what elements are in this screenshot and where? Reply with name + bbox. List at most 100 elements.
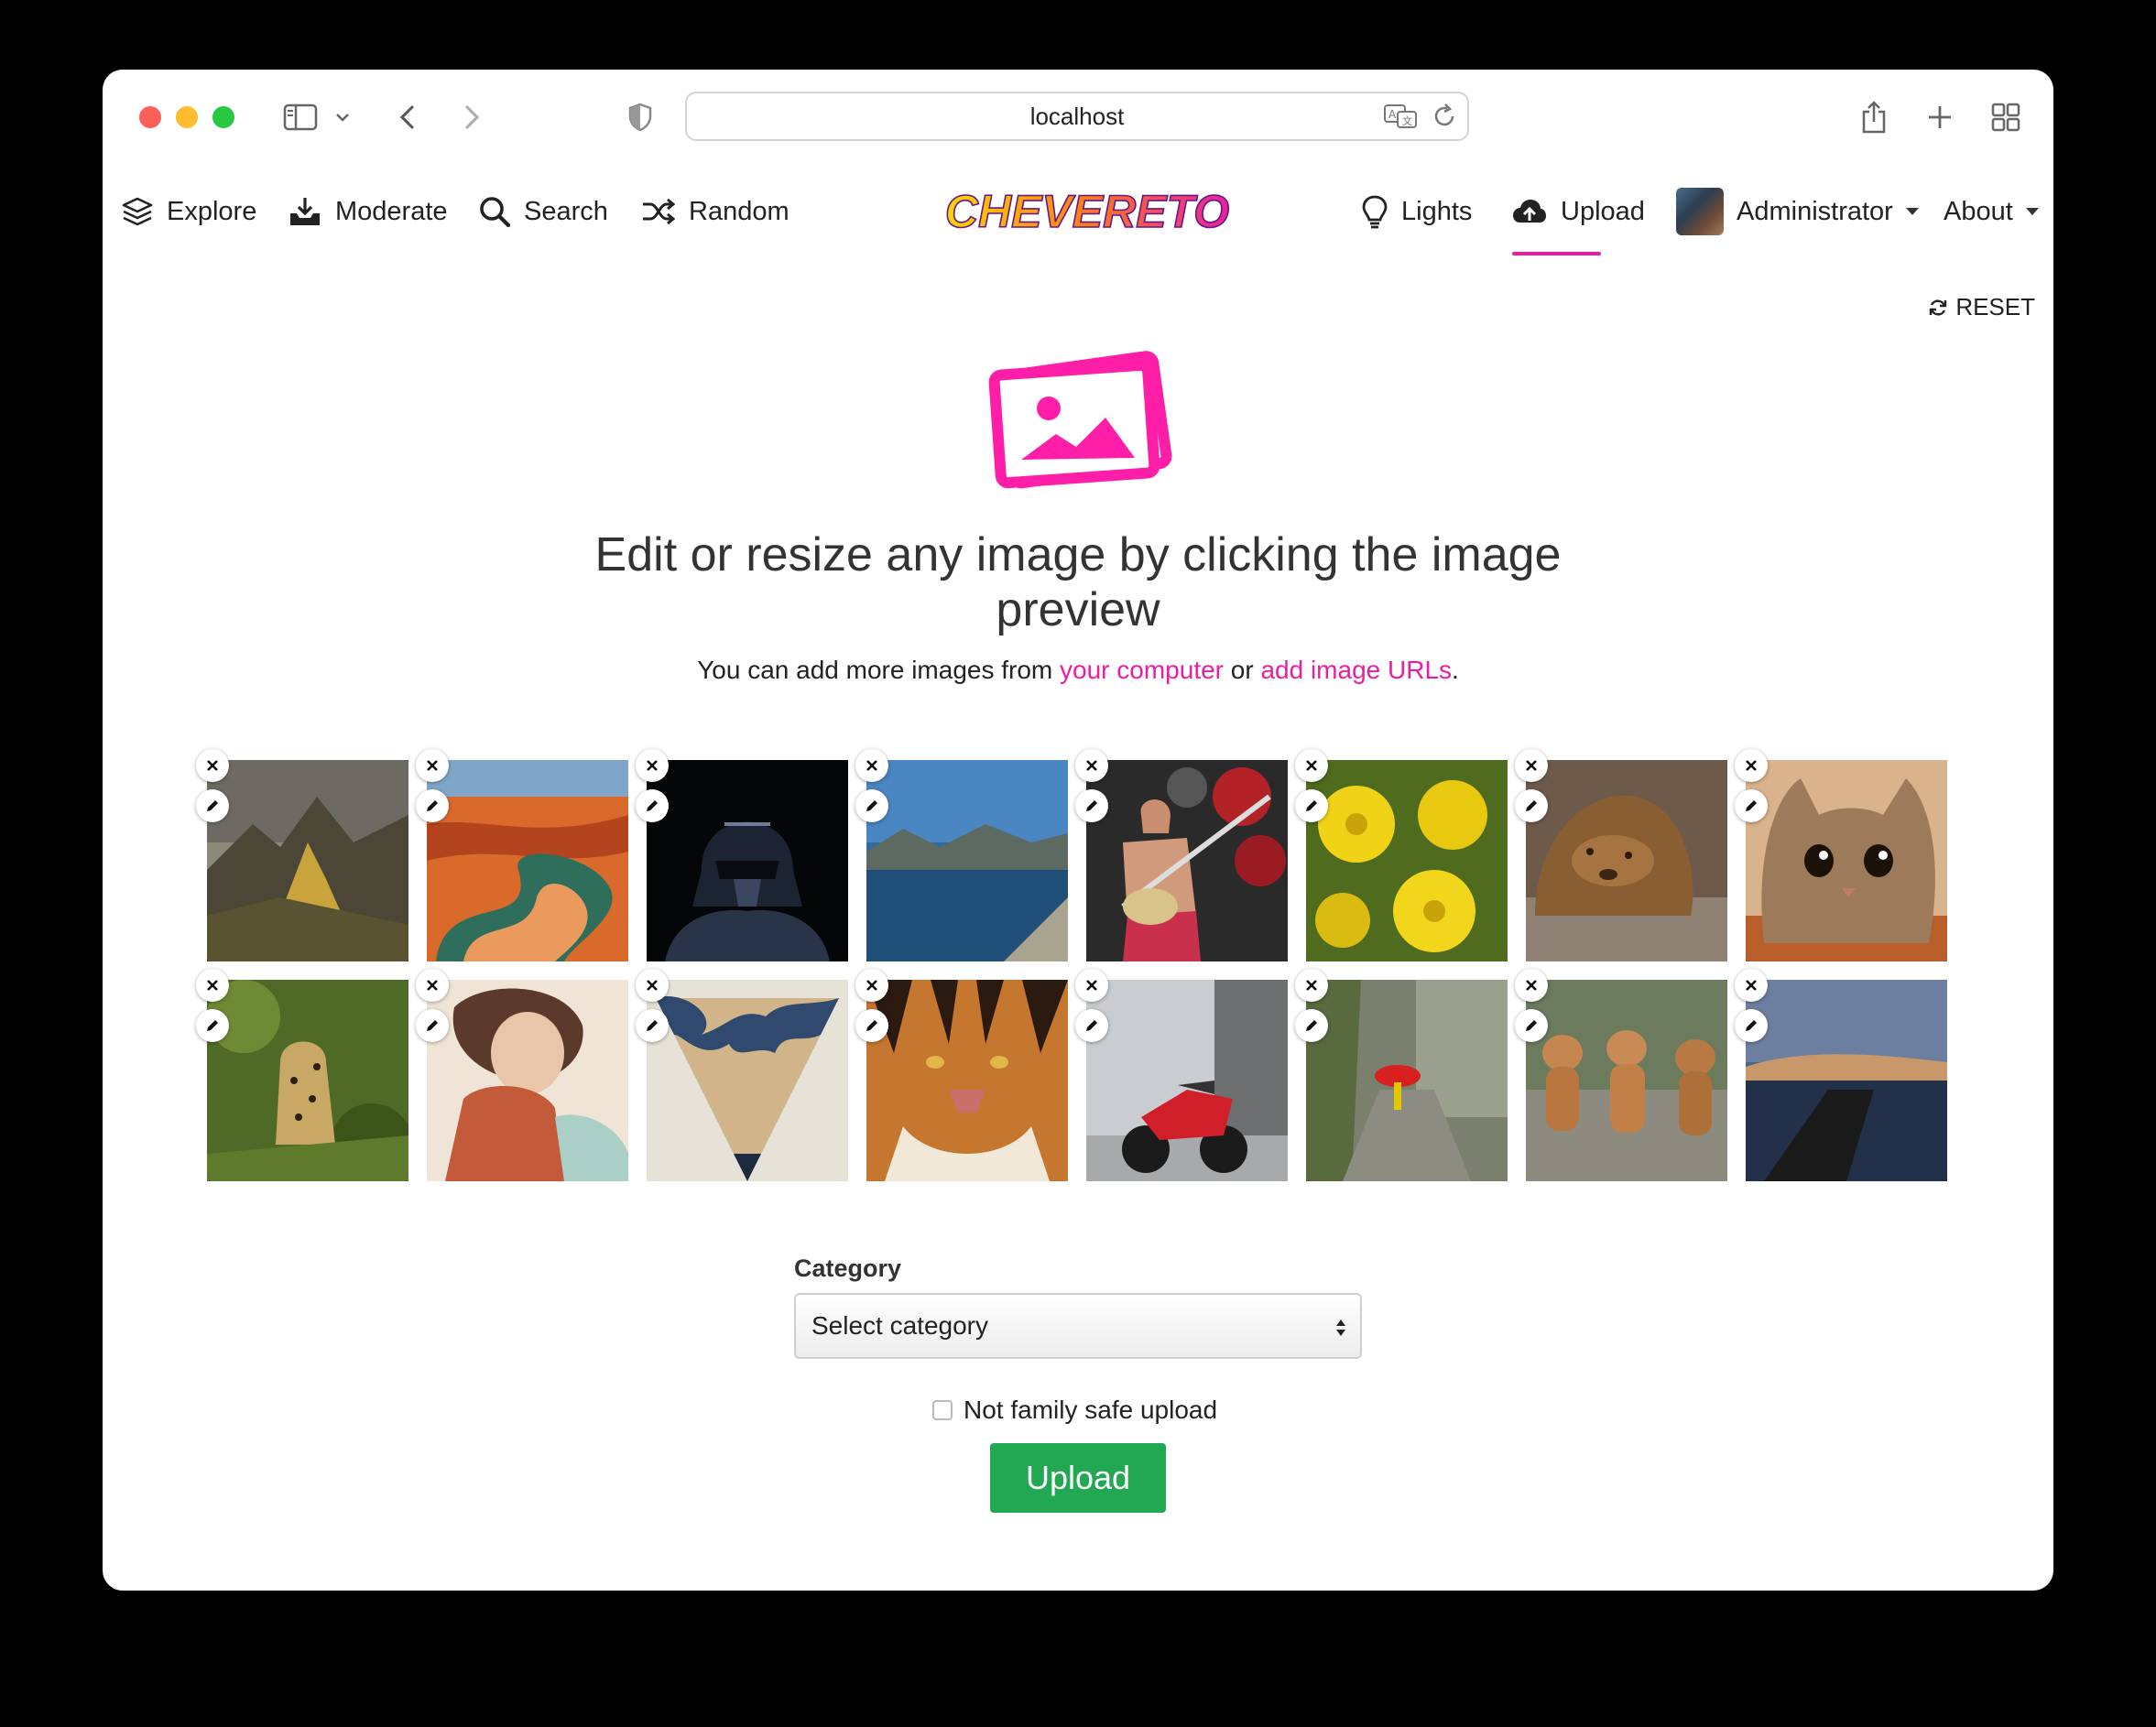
edit-image-button[interactable] <box>1295 789 1328 822</box>
edit-image-button[interactable] <box>1075 789 1108 822</box>
remove-image-button[interactable] <box>636 749 669 782</box>
remove-image-button[interactable] <box>196 749 229 782</box>
pencil-icon <box>1746 800 1757 811</box>
reload-icon[interactable] <box>1431 103 1458 135</box>
nav-random[interactable]: Random <box>641 175 789 248</box>
upload-submit-button[interactable]: Upload <box>990 1443 1166 1513</box>
remove-image-button[interactable] <box>196 969 229 1002</box>
remove-image-button[interactable] <box>1075 749 1108 782</box>
refresh-icon <box>1930 299 1947 316</box>
nav-upload[interactable]: Upload <box>1511 175 1645 248</box>
zoom-window-button[interactable] <box>212 106 234 128</box>
thumbnail[interactable] <box>1526 760 1727 961</box>
chevereto-logo[interactable]: CHEVERETO <box>936 175 1238 248</box>
remove-image-button[interactable] <box>1075 969 1108 1002</box>
pencil-icon <box>1526 1020 1537 1031</box>
tab-overview-icon[interactable] <box>1987 97 2024 137</box>
nav-user-label: Administrator <box>1737 196 1893 226</box>
nav-search[interactable]: Search <box>478 175 608 248</box>
new-tab-icon[interactable] <box>1922 97 1958 137</box>
thumbnail[interactable] <box>207 760 408 961</box>
edit-image-button[interactable] <box>855 789 888 822</box>
nav-user-menu[interactable]: Administrator <box>1676 175 1919 248</box>
forward-icon[interactable] <box>458 97 485 137</box>
nav-about[interactable]: About <box>1944 175 2039 248</box>
thumbnail[interactable] <box>1746 760 1947 961</box>
remove-image-button[interactable] <box>1515 749 1548 782</box>
edit-image-button[interactable] <box>855 1009 888 1042</box>
thumbnail[interactable] <box>1526 980 1727 1181</box>
edit-image-button[interactable] <box>1735 789 1768 822</box>
remove-image-button[interactable] <box>1735 969 1768 1002</box>
nav-explore-label: Explore <box>167 196 257 226</box>
edit-image-button[interactable] <box>636 789 669 822</box>
chevron-down-icon[interactable] <box>333 97 352 137</box>
translate-icon[interactable]: A文 <box>1383 103 1420 135</box>
remove-image-button[interactable] <box>855 749 888 782</box>
thumbnail[interactable] <box>866 760 1068 961</box>
pencil-icon <box>1086 1020 1097 1031</box>
search-icon <box>480 197 511 228</box>
thumbnail[interactable] <box>1086 760 1288 961</box>
nav-moderate[interactable]: Moderate <box>288 175 448 248</box>
back-icon[interactable] <box>394 97 421 137</box>
add-more-suffix: . <box>1452 656 1459 684</box>
thumbnail[interactable] <box>1306 760 1508 961</box>
close-window-button[interactable] <box>139 106 161 128</box>
remove-image-button[interactable] <box>1515 969 1548 1002</box>
thumbnail[interactable] <box>427 760 628 961</box>
thumbnail[interactable] <box>1086 980 1288 1181</box>
thumbnail[interactable] <box>647 760 848 961</box>
nav-moderate-label: Moderate <box>335 196 448 226</box>
nav-search-label: Search <box>524 196 608 226</box>
edit-image-button[interactable] <box>1515 789 1548 822</box>
edit-image-button[interactable] <box>196 789 229 822</box>
edit-image-button[interactable] <box>1075 1009 1108 1042</box>
your-computer-link[interactable]: your computer <box>1060 656 1224 684</box>
reset-button[interactable]: RESET <box>1928 293 2035 321</box>
upload-queue-grid <box>196 749 1965 1200</box>
url-text: localhost <box>1029 102 1125 130</box>
browser-window: localhost A文 Explore Moderate Search Ran… <box>103 70 2053 1591</box>
select-arrows-icon <box>1336 1320 1345 1336</box>
edit-image-button[interactable] <box>636 1009 669 1042</box>
cloud-upload-icon <box>1513 200 1546 223</box>
avatar <box>1676 188 1724 235</box>
thumbnail[interactable] <box>647 980 848 1181</box>
close-icon <box>1086 760 1097 771</box>
remove-image-button[interactable] <box>416 749 449 782</box>
remove-image-button[interactable] <box>1295 749 1328 782</box>
remove-image-button[interactable] <box>855 969 888 1002</box>
lightbulb-icon <box>1362 195 1388 229</box>
add-image-urls-link[interactable]: add image URLs <box>1260 656 1452 684</box>
remove-image-button[interactable] <box>1295 969 1328 1002</box>
edit-image-button[interactable] <box>1735 1009 1768 1042</box>
edit-image-button[interactable] <box>1515 1009 1548 1042</box>
nav-explore[interactable]: Explore <box>121 175 256 248</box>
close-icon <box>1306 760 1317 771</box>
category-select[interactable]: Select category <box>794 1293 1362 1359</box>
minimize-window-button[interactable] <box>176 106 198 128</box>
thumbnail[interactable] <box>207 980 408 1181</box>
edit-image-button[interactable] <box>1295 1009 1328 1042</box>
thumbnail[interactable] <box>866 980 1068 1181</box>
inbox-download-icon <box>290 198 320 225</box>
pencil-icon <box>1306 800 1317 811</box>
thumbnail[interactable] <box>1746 980 1947 1181</box>
edit-image-button[interactable] <box>196 1009 229 1042</box>
nav-lights[interactable]: Lights <box>1361 175 1472 248</box>
edit-image-button[interactable] <box>416 1009 449 1042</box>
thumbnail[interactable] <box>1306 980 1508 1181</box>
share-icon[interactable] <box>1856 97 1892 137</box>
address-bar[interactable]: localhost A文 <box>685 92 1469 141</box>
remove-image-button[interactable] <box>1735 749 1768 782</box>
remove-image-button[interactable] <box>636 969 669 1002</box>
sidebar-icon[interactable] <box>280 97 321 137</box>
edit-image-button[interactable] <box>416 789 449 822</box>
shield-icon[interactable] <box>626 97 654 137</box>
nsfw-checkbox[interactable] <box>932 1400 953 1420</box>
pencil-icon <box>866 800 877 811</box>
remove-image-button[interactable] <box>416 969 449 1002</box>
thumbnail[interactable] <box>427 980 628 1181</box>
close-icon <box>647 980 658 991</box>
